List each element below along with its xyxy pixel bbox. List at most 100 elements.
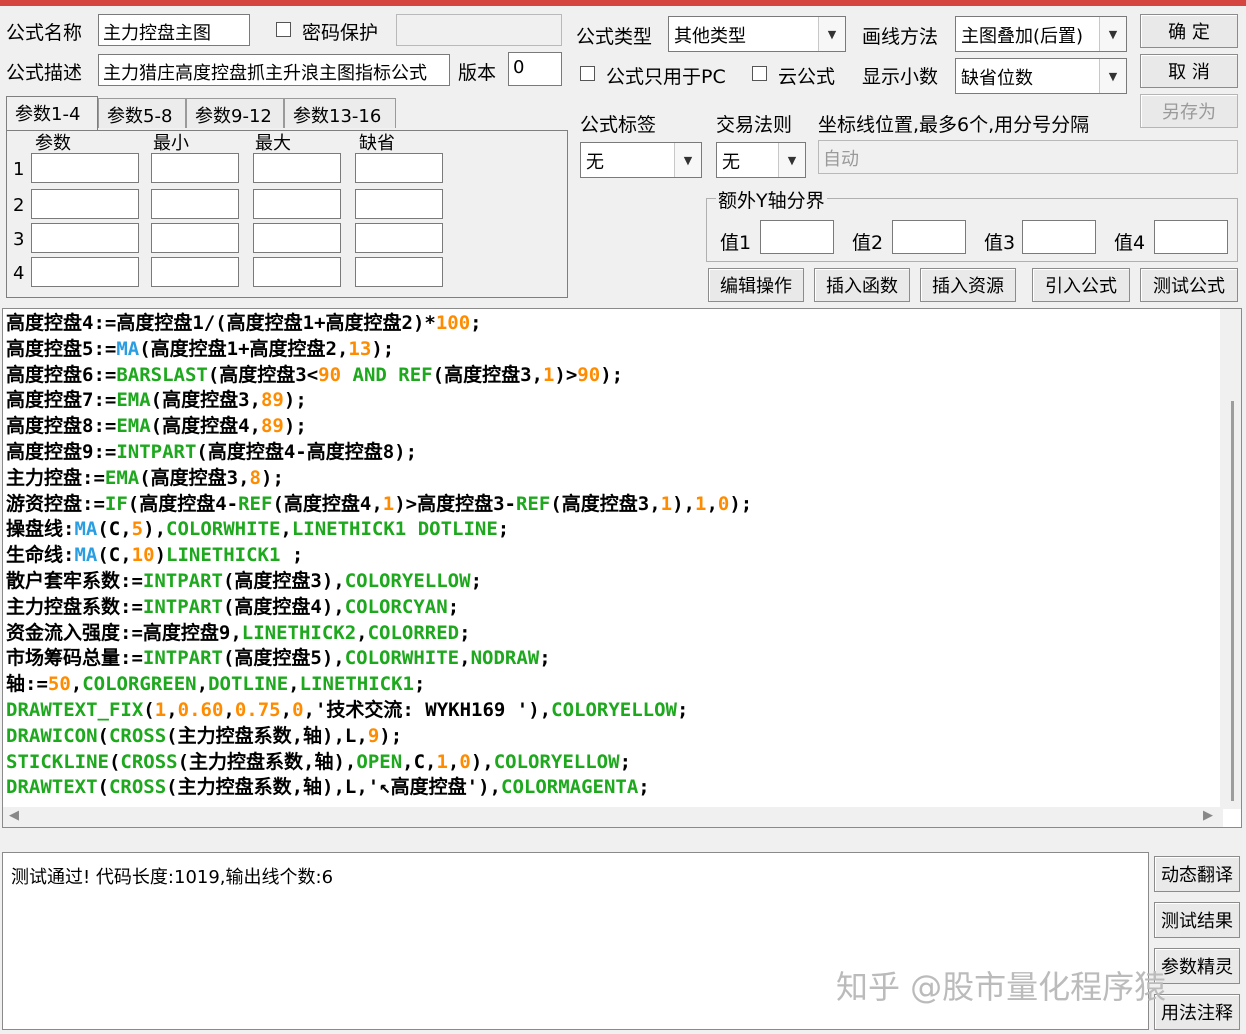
code-line[interactable]: 高度控盘4:=高度控盘1/(高度控盘1+高度控盘2)*100; [6,311,1216,337]
param-name-input[interactable] [31,257,139,287]
code-token-func: EMA [116,389,151,412]
import-formula-button[interactable]: 引入公式 [1032,268,1130,302]
tab-params-1-4[interactable]: 参数1-4 [6,96,98,130]
param-max-input[interactable] [253,153,341,183]
formula-type-select[interactable]: 其他类型 ▼ [668,16,846,52]
param-name-input[interactable] [31,223,139,253]
code-line[interactable]: DRAWTEXT_FIX(1,0.60,0.75,0,'技术交流: WYKH16… [6,698,1216,724]
param-default-input[interactable] [355,153,443,183]
formula-name-input[interactable]: 主力控盘主图 [98,14,250,46]
code-content[interactable]: 高度控盘4:=高度控盘1/(高度控盘1+高度控盘2)*100; 高度控盘5:=MA… [6,311,1216,801]
version-input[interactable]: 0 [508,52,562,86]
param-min-input[interactable] [151,189,239,219]
code-token-func: LINETHICK1 [299,673,414,696]
code-text: 高度控盘7:= [6,389,117,412]
code-token-num: 0 [717,492,730,515]
test-formula-button[interactable]: 测试公式 [1140,268,1238,302]
code-editor[interactable]: 高度控盘4:=高度控盘1/(高度控盘1+高度控盘2)*100; 高度控盘5:=MA… [2,308,1242,828]
test-result-button[interactable]: 测试结果 [1154,902,1240,938]
code-text: ), [470,750,494,773]
code-text: ; [470,569,483,592]
decimals-select[interactable]: 缺省位数 ▼ [955,58,1127,94]
cancel-button[interactable]: 取 消 [1140,54,1238,88]
code-token-func: INTPART [142,647,223,670]
dynamic-translate-button[interactable]: 动态翻译 [1154,856,1240,892]
ok-button[interactable]: 确 定 [1140,14,1238,48]
code-line[interactable]: 高度控盘5:=MA(高度控盘1+高度控盘2,13); [6,337,1216,363]
pc-only-checkbox[interactable] [580,66,595,81]
horizontal-scrollbar[interactable]: ◀ ▶ [3,807,1223,827]
code-text: ; [497,518,510,541]
code-token-num: 89 [260,389,284,412]
code-line[interactable]: 高度控盘6:=BARSLAST(高度控盘3<90 AND REF(高度控盘3,1… [6,363,1216,389]
formula-tag-value: 无 [586,152,604,173]
param-default-input[interactable] [355,189,443,219]
chevron-down-icon: ▼ [1099,59,1126,93]
code-token-func: REF [515,492,551,515]
draw-method-label: 画线方法 [862,26,939,48]
code-line[interactable]: 生命线:MA(C,10)LINETHICK1 ; [6,543,1216,569]
param-min-input[interactable] [151,153,239,183]
param-min-input[interactable] [151,223,239,253]
tab-params-9-12[interactable]: 参数9-12 [186,98,284,128]
param-name-input[interactable] [31,189,139,219]
vertical-scrollbar-thumb[interactable] [1231,401,1234,801]
trade-rule-label: 交易法则 [716,114,793,136]
code-line[interactable]: 散户套牢系数:=INTPART(高度控盘3),COLORYELLOW; [6,569,1216,595]
code-token-num: 50 [47,673,71,696]
cloud-checkbox[interactable] [752,66,767,81]
insert-function-button[interactable]: 插入函数 [814,268,910,302]
y-value-2-input[interactable] [892,220,966,254]
param-panel: 参数 最小 最大 缺省 1 2 3 4 [6,130,568,298]
code-text: ; [638,776,650,799]
code-text: (高度控盘3, [432,363,543,386]
y-value-4-label: 值4 [1114,232,1146,254]
code-text: ), [143,518,167,541]
formula-tag-select[interactable]: 无 ▼ [580,142,702,178]
code-text: (高度控盘3), [222,569,345,592]
code-text: ) [154,544,167,567]
code-line[interactable]: 轴:=50,COLORGREEN,DOTLINE,LINETHICK1; [6,672,1216,698]
param-max-input[interactable] [253,257,341,287]
code-token-func: AND [352,363,387,386]
param-min-input[interactable] [151,257,239,287]
y-value-1-input[interactable] [760,220,834,254]
code-line[interactable]: 游资控盘:=IF(高度控盘4-REF(高度控盘4,1)>高度控盘3-REF(高度… [6,492,1216,518]
formula-type-label: 公式类型 [576,26,653,48]
code-line[interactable]: 资金流入强度:=高度控盘9,LINETHICK2,COLORRED; [6,621,1216,647]
y-value-4-input[interactable] [1154,220,1228,254]
code-token-func: INTPART [142,595,223,618]
trade-rule-select[interactable]: 无 ▼ [716,142,806,178]
param-row-number: 2 [13,195,25,216]
usage-notes-button[interactable]: 用法注释 [1154,994,1240,1030]
code-line[interactable]: 操盘线:MA(C,5),COLORWHITE,LINETHICK1 DOTLIN… [6,517,1216,543]
param-max-input[interactable] [253,189,341,219]
code-line[interactable]: 主力控盘:=EMA(高度控盘3,8); [6,466,1216,492]
code-line[interactable]: DRAWICON(CROSS(主力控盘系数,轴),L,9); [6,724,1216,750]
tab-params-13-16[interactable]: 参数13-16 [284,98,396,128]
code-text: (主力控盘系数,轴), [177,750,357,773]
edit-operation-button[interactable]: 编辑操作 [708,268,804,302]
code-line[interactable]: 高度控盘8:=EMA(高度控盘4,89); [6,414,1216,440]
formula-desc-input[interactable]: 主力猎庄高度控盘抓主升浪主图指标公式 [98,54,450,86]
code-line[interactable]: 市场筹码总量:=INTPART(高度控盘5),COLORWHITE,NODRAW… [6,646,1216,672]
param-max-input[interactable] [253,223,341,253]
code-text: 游资控盘:= [6,492,105,515]
draw-method-select[interactable]: 主图叠加(后置) ▼ [955,16,1127,52]
param-name-input[interactable] [31,153,139,183]
tab-params-5-8[interactable]: 参数5-8 [98,98,186,128]
code-line[interactable]: STICKLINE(CROSS(主力控盘系数,轴),OPEN,C,1,0),CO… [6,750,1216,776]
code-line[interactable]: 高度控盘9:=INTPART(高度控盘4-高度控盘8); [6,440,1216,466]
code-line[interactable]: 主力控盘系数:=INTPART(高度控盘4),COLORCYAN; [6,595,1216,621]
param-default-input[interactable] [355,257,443,287]
param-wizard-button[interactable]: 参数精灵 [1154,948,1240,984]
scroll-right-icon[interactable]: ▶ [1203,808,1213,823]
password-checkbox[interactable] [276,22,291,37]
scroll-left-icon[interactable]: ◀ [9,808,19,823]
insert-resource-button[interactable]: 插入资源 [920,268,1016,302]
code-line[interactable]: DRAWTEXT(CROSS(主力控盘系数,轴),L,'↖高度控盘'),COLO… [6,775,1216,801]
vertical-scrollbar[interactable] [1220,309,1241,809]
code-line[interactable]: 高度控盘7:=EMA(高度控盘3,89); [6,388,1216,414]
y-value-3-input[interactable] [1022,220,1096,254]
param-default-input[interactable] [355,223,443,253]
